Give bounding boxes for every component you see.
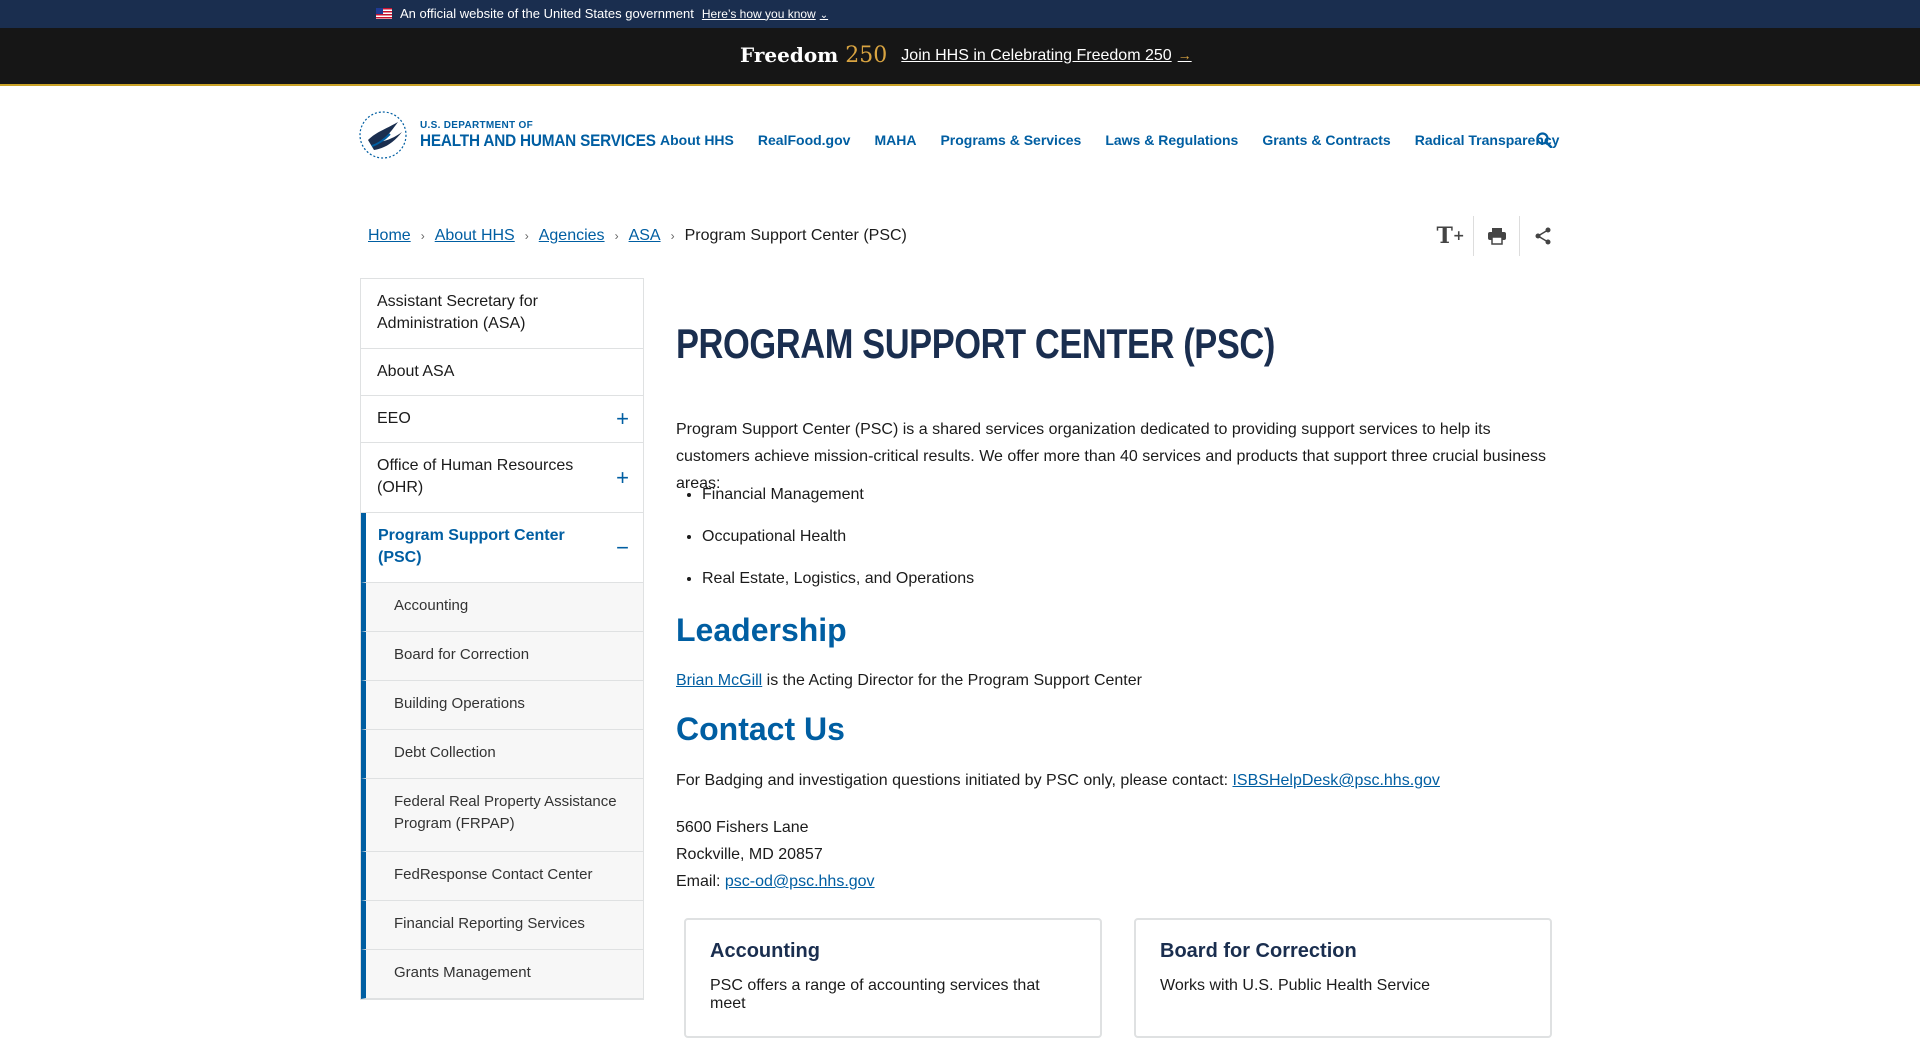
leadership-name-link[interactable]: Brian McGill	[676, 672, 762, 689]
freedom-banner: Freedom 250 Join HHS in Celebrating Free…	[0, 28, 1920, 86]
sidebar-item-psc[interactable]: Program Support Center (PSC) −	[361, 513, 643, 583]
text-size-icon[interactable]: T +	[1428, 216, 1474, 256]
card-text: Works with U.S. Public Health Service	[1160, 977, 1431, 994]
sidebar-item-ohr[interactable]: Office of Human Resources (OHR) +	[361, 443, 643, 513]
sidebar-subitem-board-for-correction[interactable]: Board for Correction	[361, 632, 643, 681]
hhs-eagle-icon	[359, 111, 407, 159]
gov-banner-text: An official website of the United States…	[400, 6, 694, 21]
email-line: Email: psc-od@psc.hhs.gov	[676, 873, 875, 890]
leadership-paragraph: Brian McGill is the Acting Director for …	[676, 672, 1142, 689]
breadcrumb-asa[interactable]: ASA	[629, 227, 661, 245]
list-item: Financial Management	[702, 484, 974, 506]
breadcrumb-about-hhs[interactable]: About HHS	[435, 227, 515, 245]
arrow-right-icon: →	[1177, 46, 1192, 63]
chevron-right-icon: ›	[670, 229, 675, 243]
freedom-250-logo: Freedom 250	[740, 43, 888, 68]
chevron-right-icon: ›	[524, 229, 529, 243]
leadership-heading: Leadership	[676, 612, 847, 648]
how-you-know-link[interactable]: Here’s how you know ⌄	[702, 7, 828, 21]
helpdesk-email-link[interactable]: ISBSHelpDesk@psc.hhs.gov	[1232, 772, 1439, 789]
address-line-1: 5600 Fishers Lane	[676, 819, 809, 836]
chevron-right-icon: ›	[614, 229, 619, 243]
business-areas-list: Financial Management Occupational Health…	[702, 484, 974, 610]
sidebar-subitem-grants-management[interactable]: Grants Management	[361, 950, 643, 999]
hhs-logo[interactable]: U.S. DEPARTMENT OF HEALTH AND HUMAN SERV…	[358, 110, 682, 160]
card-text: PSC offers a range of accounting service…	[710, 977, 1040, 1012]
nav-grants-contracts[interactable]: Grants & Contracts	[1262, 132, 1390, 148]
nav-realfood[interactable]: RealFood.gov	[758, 132, 851, 148]
sidebar-item-asa[interactable]: Assistant Secretary for Administration (…	[361, 279, 643, 349]
address-line-2: Rockville, MD 20857	[676, 846, 823, 863]
sidebar-nav: Assistant Secretary for Administration (…	[360, 278, 644, 1000]
nav-programs-services[interactable]: Programs & Services	[940, 132, 1081, 148]
sidebar-item-eeo[interactable]: EEO +	[361, 396, 643, 443]
sidebar-item-about-asa[interactable]: About ASA	[361, 349, 643, 396]
list-item: Real Estate, Logistics, and Operations	[702, 568, 974, 590]
main-nav: About HHS RealFood.gov MAHA Programs & S…	[660, 132, 1559, 148]
contact-heading: Contact Us	[676, 711, 845, 747]
share-icon[interactable]	[1520, 216, 1566, 256]
chevron-right-icon: ›	[420, 229, 425, 243]
plus-icon[interactable]: +	[616, 408, 629, 430]
sidebar-subitem-accounting[interactable]: Accounting	[361, 583, 643, 632]
gov-banner: An official website of the United States…	[0, 0, 1920, 28]
site-header: U.S. DEPARTMENT OF HEALTH AND HUMAN SERV…	[0, 88, 1920, 198]
nav-about-hhs[interactable]: About HHS	[660, 132, 734, 148]
breadcrumb-current: Program Support Center (PSC)	[684, 227, 907, 244]
logo-small-text: U.S. DEPARTMENT OF	[420, 119, 533, 131]
nav-laws-regulations[interactable]: Laws & Regulations	[1105, 132, 1238, 148]
psc-email-link[interactable]: psc-od@psc.hhs.gov	[725, 873, 875, 890]
breadcrumb-agencies[interactable]: Agencies	[539, 227, 605, 245]
print-icon[interactable]	[1474, 216, 1520, 256]
breadcrumb: Home › About HHS › Agencies › ASA › Prog…	[368, 227, 907, 245]
plus-icon[interactable]: +	[616, 466, 629, 489]
sidebar-subitem-fedresponse[interactable]: FedResponse Contact Center	[361, 852, 643, 901]
contact-paragraph: For Badging and investigation questions …	[676, 772, 1440, 789]
freedom-250-link[interactable]: Join HHS in Celebrating Freedom 250 →	[901, 47, 1191, 65]
card-accounting[interactable]: Accounting PSC offers a range of account…	[684, 918, 1102, 1038]
list-item: Occupational Health	[702, 526, 974, 548]
nav-maha[interactable]: MAHA	[874, 132, 916, 148]
card-title: Accounting	[710, 940, 820, 962]
sidebar-subitem-building-operations[interactable]: Building Operations	[361, 681, 643, 730]
sidebar-subitem-frpap[interactable]: Federal Real Property Assistance Program…	[361, 779, 643, 852]
page-title: Program Support Center (PSC)	[676, 320, 1275, 367]
breadcrumb-home[interactable]: Home	[368, 227, 411, 245]
sidebar-subitem-debt-collection[interactable]: Debt Collection	[361, 730, 643, 779]
us-flag-icon	[376, 8, 392, 19]
address-block: 5600 Fishers Lane Rockville, MD 20857 Em…	[676, 814, 875, 895]
logo-big-text: HEALTH AND HUMAN SERVICES	[420, 130, 656, 150]
chevron-down-icon: ⌄	[819, 9, 829, 21]
minus-icon[interactable]: −	[616, 536, 629, 559]
card-board-for-correction[interactable]: Board for Correction Works with U.S. Pub…	[1134, 918, 1552, 1038]
page-tools: T +	[1428, 216, 1566, 256]
card-title: Board for Correction	[1160, 940, 1357, 962]
sidebar-subitem-financial-reporting[interactable]: Financial Reporting Services	[361, 901, 643, 950]
search-icon[interactable]	[1536, 132, 1552, 148]
